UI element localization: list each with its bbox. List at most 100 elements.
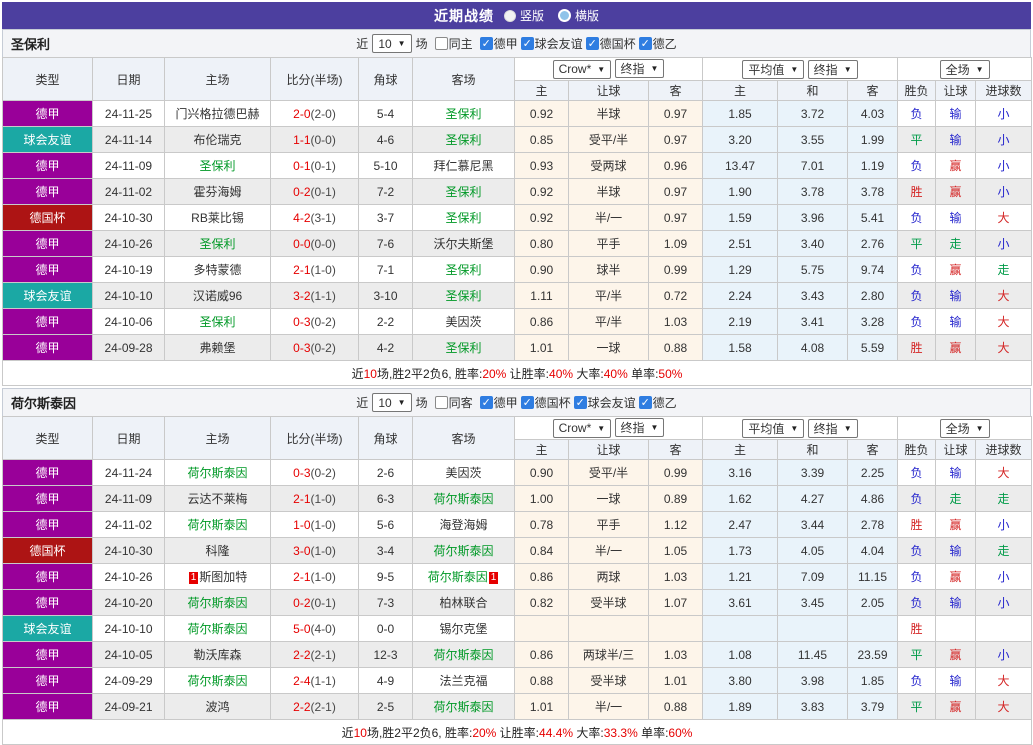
away-team-link[interactable]: 美因茨	[445, 466, 481, 480]
match-score-link[interactable]: 0-3	[293, 341, 310, 355]
average-select-value: 平均值	[748, 62, 785, 77]
same-side-checkbox[interactable]	[434, 37, 448, 50]
final-index-select2[interactable]: 终指 ▼	[807, 59, 858, 79]
away-team-link[interactable]: 圣保利	[445, 133, 481, 147]
match-score-link[interactable]: 3-2	[293, 289, 310, 303]
away-team-link[interactable]: 海登海姆	[439, 518, 487, 532]
home-team-link[interactable]: 荷尔斯泰因	[187, 518, 247, 532]
home-team-link[interactable]: 弗赖堡	[199, 341, 235, 355]
home-team-link[interactable]: 波鸿	[205, 700, 229, 714]
away-team-link[interactable]: 拜仁慕尼黑	[433, 159, 493, 173]
odds-handicap: 受两球	[568, 152, 649, 179]
column-header-avg-away: 客	[846, 439, 899, 460]
away-team-link[interactable]: 锡尔克堡	[439, 622, 487, 636]
away-team-link[interactable]: 荷尔斯泰因	[433, 544, 493, 558]
home-team-link[interactable]: 云达不莱梅	[187, 492, 247, 506]
scope-select[interactable]: 全场 ▼	[939, 418, 990, 438]
average-select[interactable]: 平均值 ▼	[742, 418, 805, 438]
avg-home: 13.47	[702, 152, 778, 179]
match-score-link[interactable]: 3-0	[293, 544, 310, 558]
league-checkbox[interactable]	[573, 395, 587, 409]
match-count-select[interactable]: 10 ▼	[372, 393, 412, 412]
match-score-link[interactable]: 2-2	[293, 648, 310, 662]
league-checkbox[interactable]	[479, 395, 493, 409]
home-team-link[interactable]: 门兴格拉德巴赫	[175, 107, 259, 121]
home-team-link[interactable]: 勒沃库森	[193, 648, 241, 662]
away-team-link[interactable]: 荷尔斯泰因	[433, 648, 493, 662]
away-team-link[interactable]: 荷尔斯泰因	[428, 570, 488, 584]
home-team-link[interactable]: 霍芬海姆	[193, 185, 241, 199]
away-team-link[interactable]: 圣保利	[445, 107, 481, 121]
away-team-link[interactable]: 荷尔斯泰因	[433, 700, 493, 714]
league-checkbox[interactable]	[479, 36, 493, 50]
match-score-link[interactable]: 0-3	[293, 315, 310, 329]
match-score-link[interactable]: 1-0	[293, 518, 310, 532]
table-row: 德甲 24-10-26 圣保利 0-0(0-0) 7-6 沃尔夫斯堡 0.80 平手 1.09 2…	[2, 230, 1033, 257]
company-select[interactable]: Crow* ▼	[552, 418, 612, 438]
home-team-link[interactable]: 布伦瑞克	[193, 133, 241, 147]
away-team-link[interactable]: 美因茨	[445, 315, 481, 329]
away-team-link[interactable]: 荷尔斯泰因	[433, 492, 493, 506]
home-team-link[interactable]: RB莱比锡	[191, 211, 244, 225]
league-checkbox[interactable]	[520, 36, 534, 50]
home-team-link[interactable]: 荷尔斯泰因	[187, 622, 247, 636]
league-checkbox[interactable]	[638, 395, 652, 409]
league-checkbox[interactable]	[520, 395, 534, 409]
column-header-result-goals: 进球数	[975, 439, 1033, 460]
match-score-link[interactable]: 1-1	[293, 133, 310, 147]
match-score-link[interactable]: 2-1	[293, 492, 310, 506]
radio-unselected-icon[interactable]	[558, 9, 571, 22]
match-score-link[interactable]: 2-4	[293, 674, 310, 688]
match-score-link[interactable]: 2-0	[293, 107, 310, 121]
match-score-link[interactable]: 2-2	[293, 700, 310, 714]
odds-home: 0.93	[514, 152, 569, 179]
scope-select[interactable]: 全场 ▼	[939, 59, 990, 79]
match-count-select[interactable]: 10 ▼	[372, 34, 412, 53]
table-row: 德甲 24-09-28 弗赖堡 0-3(0-2) 4-2 圣保利 1.01 一球 0.88 1.5…	[2, 334, 1033, 361]
home-team-link[interactable]: 荷尔斯泰因	[187, 596, 247, 610]
match-score-link[interactable]: 2-1	[293, 570, 310, 584]
home-team-link[interactable]: 圣保利	[199, 159, 235, 173]
home-team-link[interactable]: 斯图加特	[199, 570, 247, 584]
table-row: 德国杯 24-10-30 科隆 3-0(1-0) 3-4 荷尔斯泰因 0.84 半/一 1.05…	[2, 537, 1033, 564]
league-checkbox[interactable]	[638, 36, 652, 50]
final-index-select[interactable]: 终指 ▼	[614, 59, 665, 79]
home-team-link[interactable]: 荷尔斯泰因	[187, 674, 247, 688]
league-checkbox[interactable]	[585, 36, 599, 50]
match-score-link[interactable]: 2-1	[293, 263, 310, 277]
home-team-link[interactable]: 科隆	[205, 544, 229, 558]
view-radio-horizontal[interactable]: 横版	[558, 7, 599, 24]
odds-away: 0.99	[648, 256, 703, 283]
avg-draw: 3.72	[777, 100, 848, 127]
away-team-link[interactable]: 沃尔夫斯堡	[433, 237, 493, 251]
match-score-link[interactable]: 0-2	[293, 596, 310, 610]
away-team-link[interactable]: 圣保利	[445, 185, 481, 199]
away-team-link[interactable]: 圣保利	[445, 211, 481, 225]
match-score-link[interactable]: 0-0	[293, 237, 310, 251]
away-team-link[interactable]: 圣保利	[445, 289, 481, 303]
match-score-link[interactable]: 4-2	[293, 211, 310, 225]
away-team-link[interactable]: 法兰克福	[439, 674, 487, 688]
home-team-link[interactable]: 圣保利	[199, 315, 235, 329]
average-select[interactable]: 平均值 ▼	[742, 59, 805, 79]
match-score-link[interactable]: 0-2	[293, 185, 310, 199]
radio-selected-icon[interactable]	[503, 9, 516, 22]
final-index-select[interactable]: 终指 ▼	[614, 418, 665, 438]
half-time-score: (1-0)	[310, 262, 336, 277]
home-team-link[interactable]: 多特蒙德	[193, 263, 241, 277]
home-team-link[interactable]: 汉诺威96	[193, 289, 242, 303]
corner-score: 4-9	[358, 667, 413, 694]
view-radio-vertical[interactable]: 竖版	[503, 7, 544, 24]
match-score-link[interactable]: 5-0	[293, 622, 310, 636]
away-team-link[interactable]: 柏林联合	[439, 596, 487, 610]
summary-segment: 近	[351, 366, 364, 381]
home-team-link[interactable]: 荷尔斯泰因	[187, 466, 247, 480]
match-score-link[interactable]: 0-3	[293, 466, 310, 480]
same-side-checkbox[interactable]	[434, 396, 448, 409]
away-team-link[interactable]: 圣保利	[445, 263, 481, 277]
away-team-link[interactable]: 圣保利	[445, 341, 481, 355]
final-index-select2[interactable]: 终指 ▼	[807, 418, 858, 438]
company-select[interactable]: Crow* ▼	[552, 59, 612, 79]
home-team-link[interactable]: 圣保利	[199, 237, 235, 251]
match-score-link[interactable]: 0-1	[293, 159, 310, 173]
